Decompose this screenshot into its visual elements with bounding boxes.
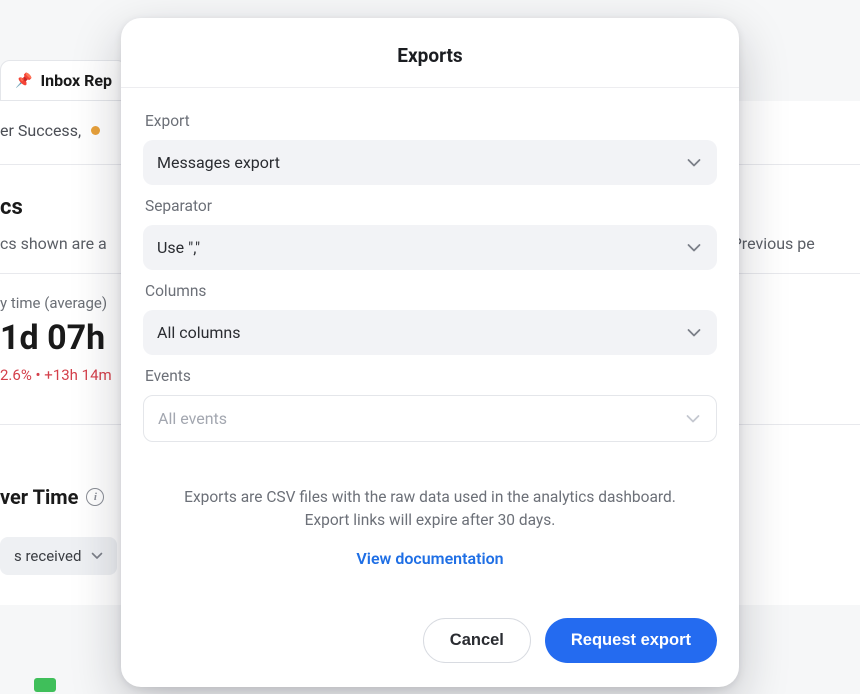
pin-icon: 📌 (15, 73, 32, 89)
overtime-metric-select[interactable]: s received (0, 537, 117, 575)
cancel-button[interactable]: Cancel (423, 618, 531, 663)
separator-select[interactable]: Use "," (143, 225, 717, 270)
field-label-separator: Separator (145, 197, 715, 215)
chart-legend-swatch (34, 678, 56, 692)
chevron-down-icon (687, 243, 701, 252)
exports-modal: Exports Export Messages export Separator… (121, 18, 739, 687)
field-label-columns: Columns (145, 282, 715, 300)
chevron-down-icon (91, 552, 103, 560)
select-placeholder: All events (158, 409, 227, 428)
metric-reply-time: y time (average) 1d 07h 2.6% • +13h 14m (0, 294, 112, 384)
metric-delta: 2.6% • +13h 14m (0, 366, 112, 384)
export-type-select[interactable]: Messages export (143, 140, 717, 185)
field-label-events: Events (145, 367, 715, 385)
info-icon[interactable]: i (86, 488, 104, 506)
events-select[interactable]: All events (143, 395, 717, 442)
chevron-down-icon (687, 158, 701, 167)
request-export-button[interactable]: Request export (545, 618, 717, 663)
view-documentation-link[interactable]: View documentation (143, 549, 717, 568)
modal-title: Exports (141, 44, 719, 67)
select-value: Use "," (157, 238, 200, 257)
chevron-down-icon (687, 328, 701, 337)
section-sub-left: cs shown are a (0, 234, 107, 253)
metric-value: 1d 07h (0, 318, 112, 358)
status-dot-icon (91, 126, 100, 135)
select-value: Messages export (157, 153, 280, 172)
metric-label: y time (average) (0, 294, 112, 312)
columns-select[interactable]: All columns (143, 310, 717, 355)
filter-fragment: er Success, (0, 121, 81, 140)
overtime-heading: ver Time (0, 485, 78, 509)
tab-inbox-report[interactable]: 📌 Inbox Rep (0, 60, 127, 101)
chevron-down-icon (686, 414, 700, 423)
select-value: All columns (157, 323, 241, 342)
tab-label: Inbox Rep (40, 71, 112, 90)
field-label-export: Export (145, 112, 715, 130)
modal-header: Exports (121, 18, 739, 88)
export-info-text: Exports are CSV files with the raw data … (143, 442, 717, 533)
dropdown-value: s received (14, 547, 81, 565)
